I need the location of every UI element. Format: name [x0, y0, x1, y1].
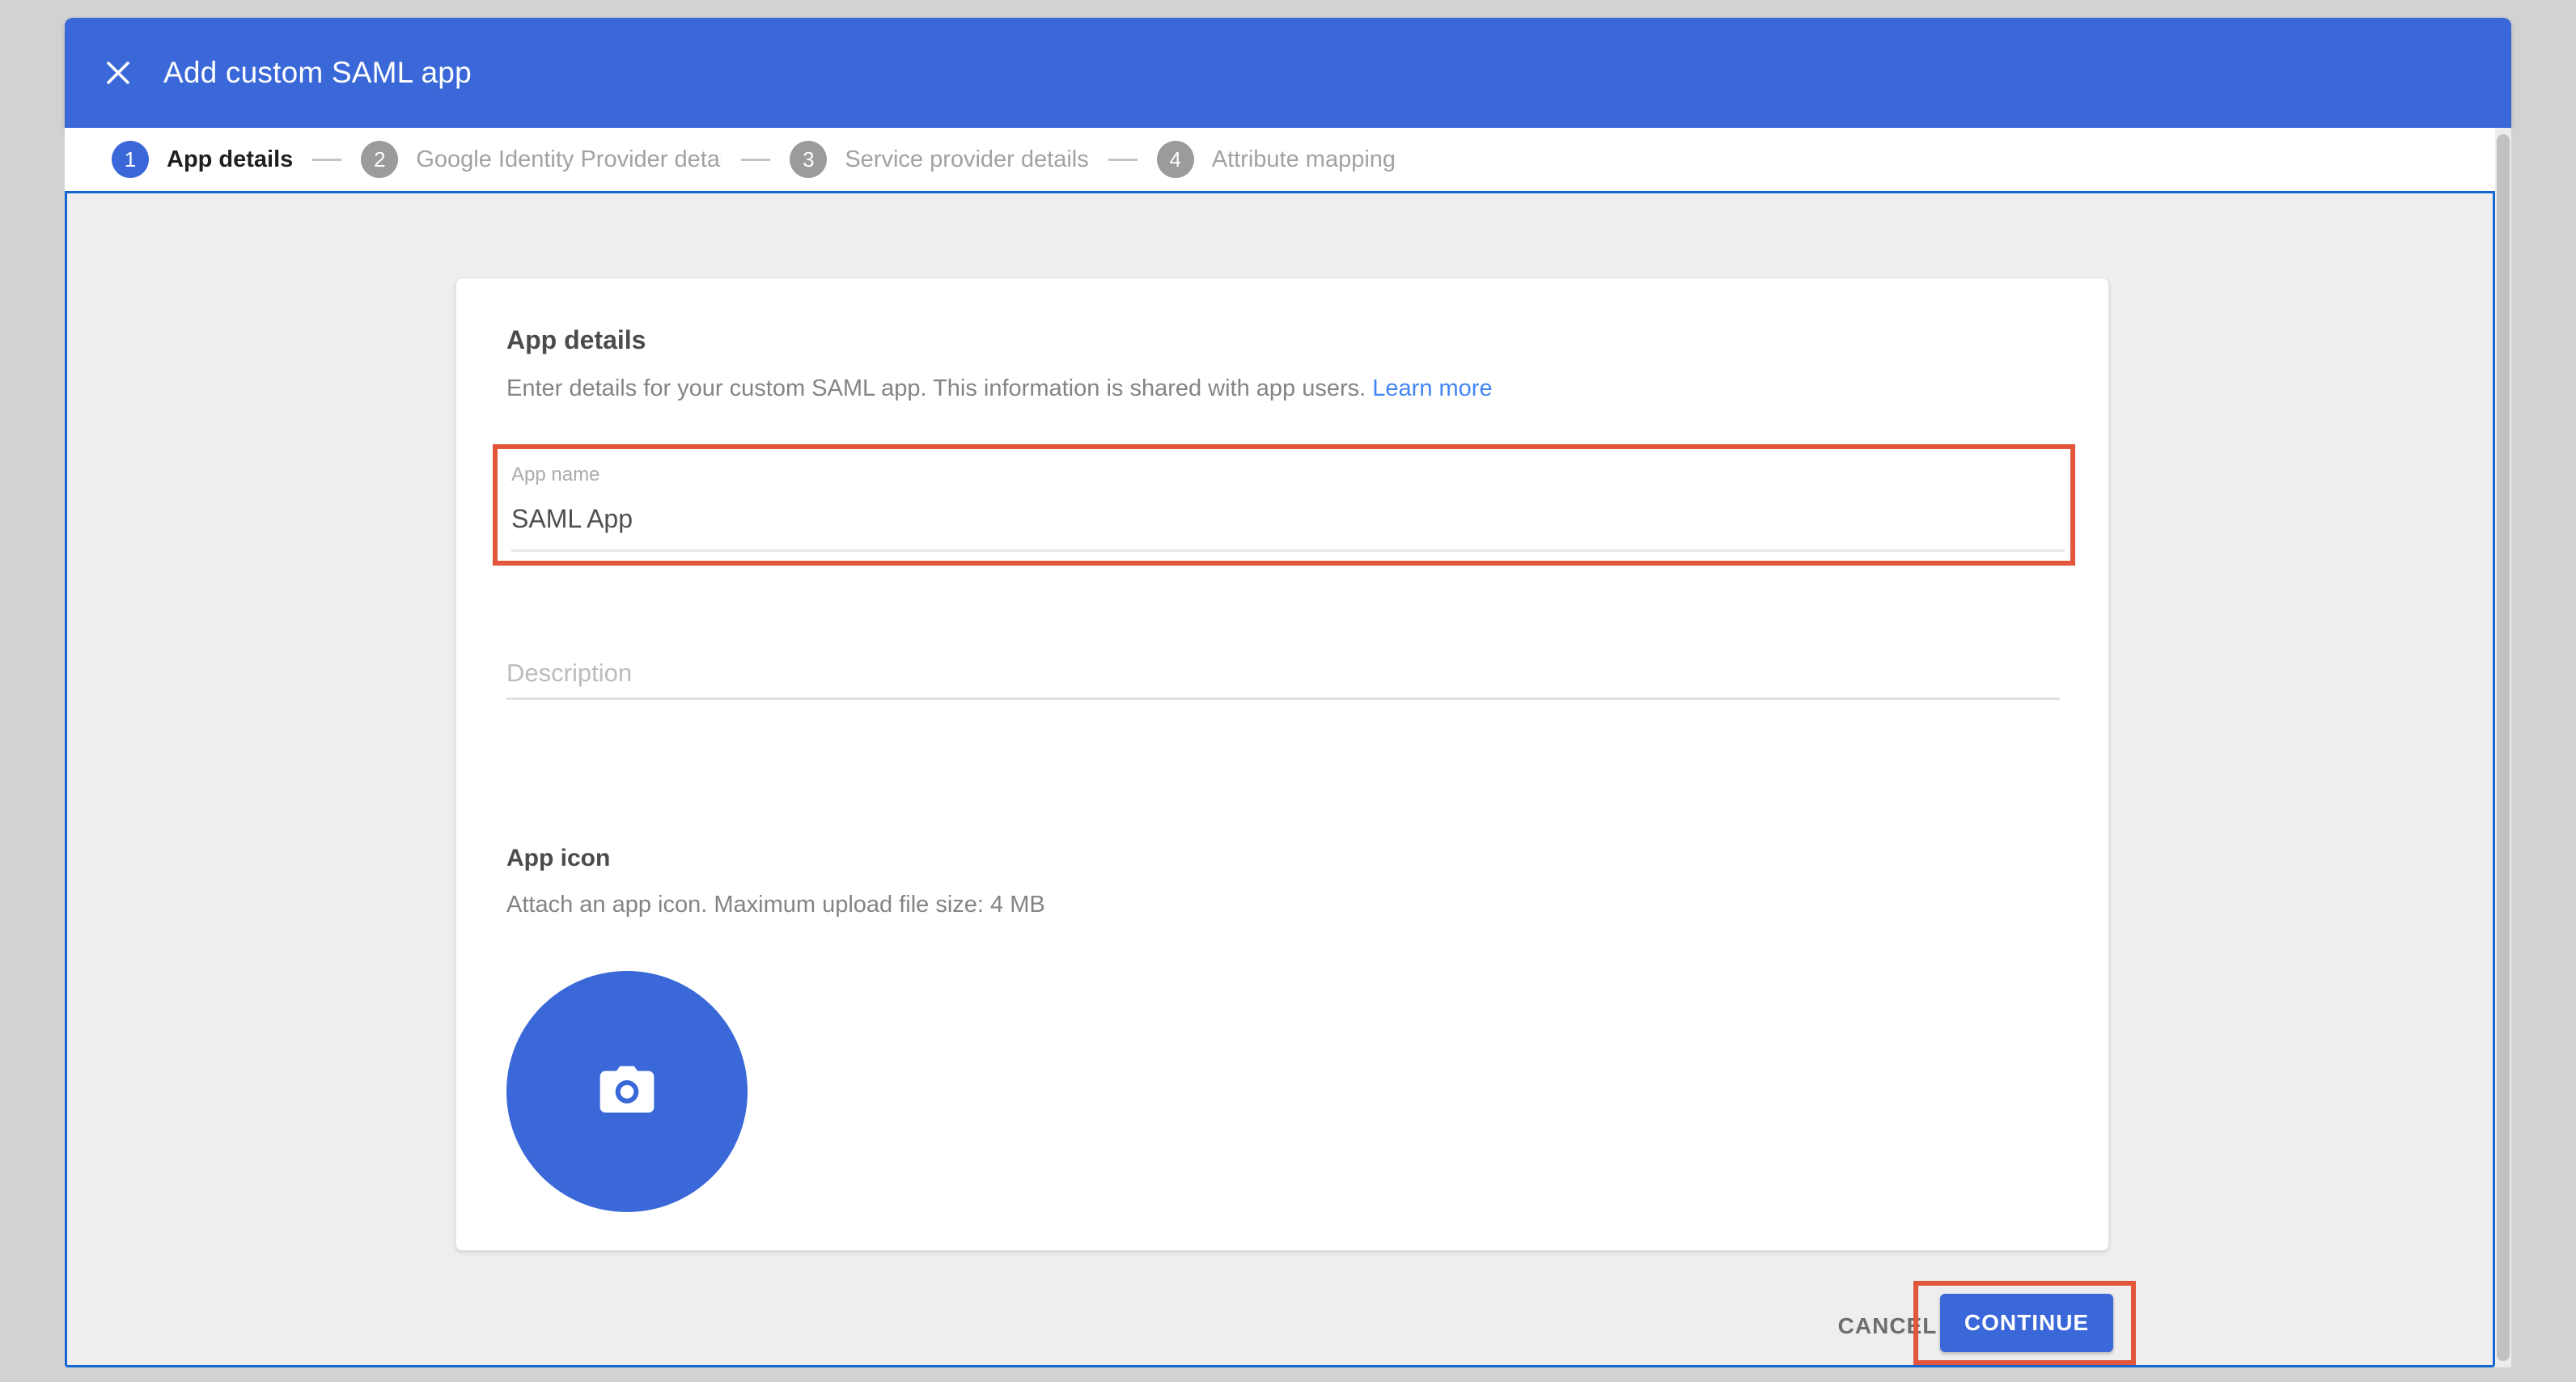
stepper-step-app-details[interactable]: 1 App details — [112, 141, 293, 178]
continue-button[interactable]: CONTINUE — [1940, 1294, 2113, 1352]
section-description: Enter details for your custom SAML app. … — [506, 375, 1493, 402]
dialog-title: Add custom SAML app — [163, 56, 472, 90]
step-label: Service provider details — [845, 146, 1088, 173]
app-details-card: App details Enter details for your custo… — [455, 278, 2109, 1251]
step-label: App details — [167, 146, 293, 173]
close-icon[interactable] — [95, 50, 141, 95]
description-placeholder: Description — [506, 659, 2060, 688]
stepper-step-google-idp-details[interactable]: 2 Google Identity Provider details — [361, 141, 722, 178]
stepper: 1 App details 2 Google Identity Provider… — [65, 128, 2495, 191]
step-connector — [1108, 159, 1138, 161]
continue-highlight-rectangle: CONTINUE — [1913, 1281, 2136, 1365]
dialog-header: Add custom SAML app — [65, 18, 2511, 128]
stepper-step-service-provider-details[interactable]: 3 Service provider details — [790, 141, 1088, 178]
app-icon-upload-button[interactable] — [506, 971, 748, 1212]
step-number-badge: 4 — [1157, 141, 1194, 178]
step-number-badge: 1 — [112, 141, 149, 178]
vertical-scrollbar-thumb[interactable] — [2497, 134, 2510, 1361]
section-description-text: Enter details for your custom SAML app. … — [506, 375, 1366, 401]
app-icon-title: App icon — [506, 845, 610, 872]
description-underline — [506, 697, 2060, 700]
stepper-step-attribute-mapping[interactable]: 4 Attribute mapping — [1157, 141, 1396, 178]
learn-more-link[interactable]: Learn more — [1372, 375, 1492, 401]
step-label: Attribute mapping — [1212, 146, 1396, 173]
vertical-scrollbar-track[interactable] — [2495, 128, 2511, 1367]
camera-icon — [595, 1062, 659, 1121]
app-name-underline — [511, 549, 2065, 552]
step-connector — [312, 159, 341, 161]
app-name-highlight-rectangle: App name SAML App — [493, 444, 2075, 566]
step-label: Google Identity Provider details — [416, 146, 722, 173]
app-name-field-label: App name — [511, 464, 600, 486]
app-icon-hint: Attach an app icon. Maximum upload file … — [506, 892, 1045, 918]
step-connector — [741, 159, 770, 161]
step-number-badge: 3 — [790, 141, 827, 178]
section-title: App details — [506, 325, 646, 355]
app-name-input[interactable]: SAML App — [511, 504, 633, 534]
dialog-content-area: App details Enter details for your custo… — [65, 191, 2495, 1367]
description-input[interactable]: Description — [506, 659, 2060, 701]
step-number-badge: 2 — [361, 141, 398, 178]
